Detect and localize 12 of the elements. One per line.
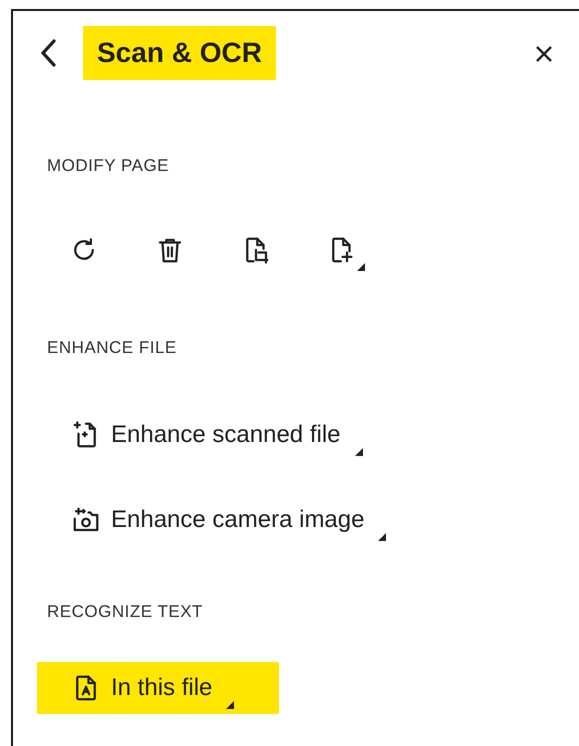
section-heading: RECOGNIZE TEXT: [46, 602, 204, 622]
menu-item[interactable]: In this file: [37, 662, 280, 714]
menu-corner-icon: [378, 533, 386, 541]
close-icon: [535, 44, 553, 62]
section-heading: ENHANCE FILE: [46, 338, 178, 358]
menu-corner-icon: [357, 263, 365, 271]
menu-item[interactable]: Enhance scanned file: [37, 409, 408, 461]
menu-corner-icon: [226, 701, 234, 709]
menu-corner-icon: [354, 448, 362, 456]
panel-title: Scan & OCR: [83, 26, 276, 80]
section-heading: MODIFY PAGE: [46, 156, 170, 176]
menu-item[interactable]: Enhance camera image: [37, 494, 432, 546]
